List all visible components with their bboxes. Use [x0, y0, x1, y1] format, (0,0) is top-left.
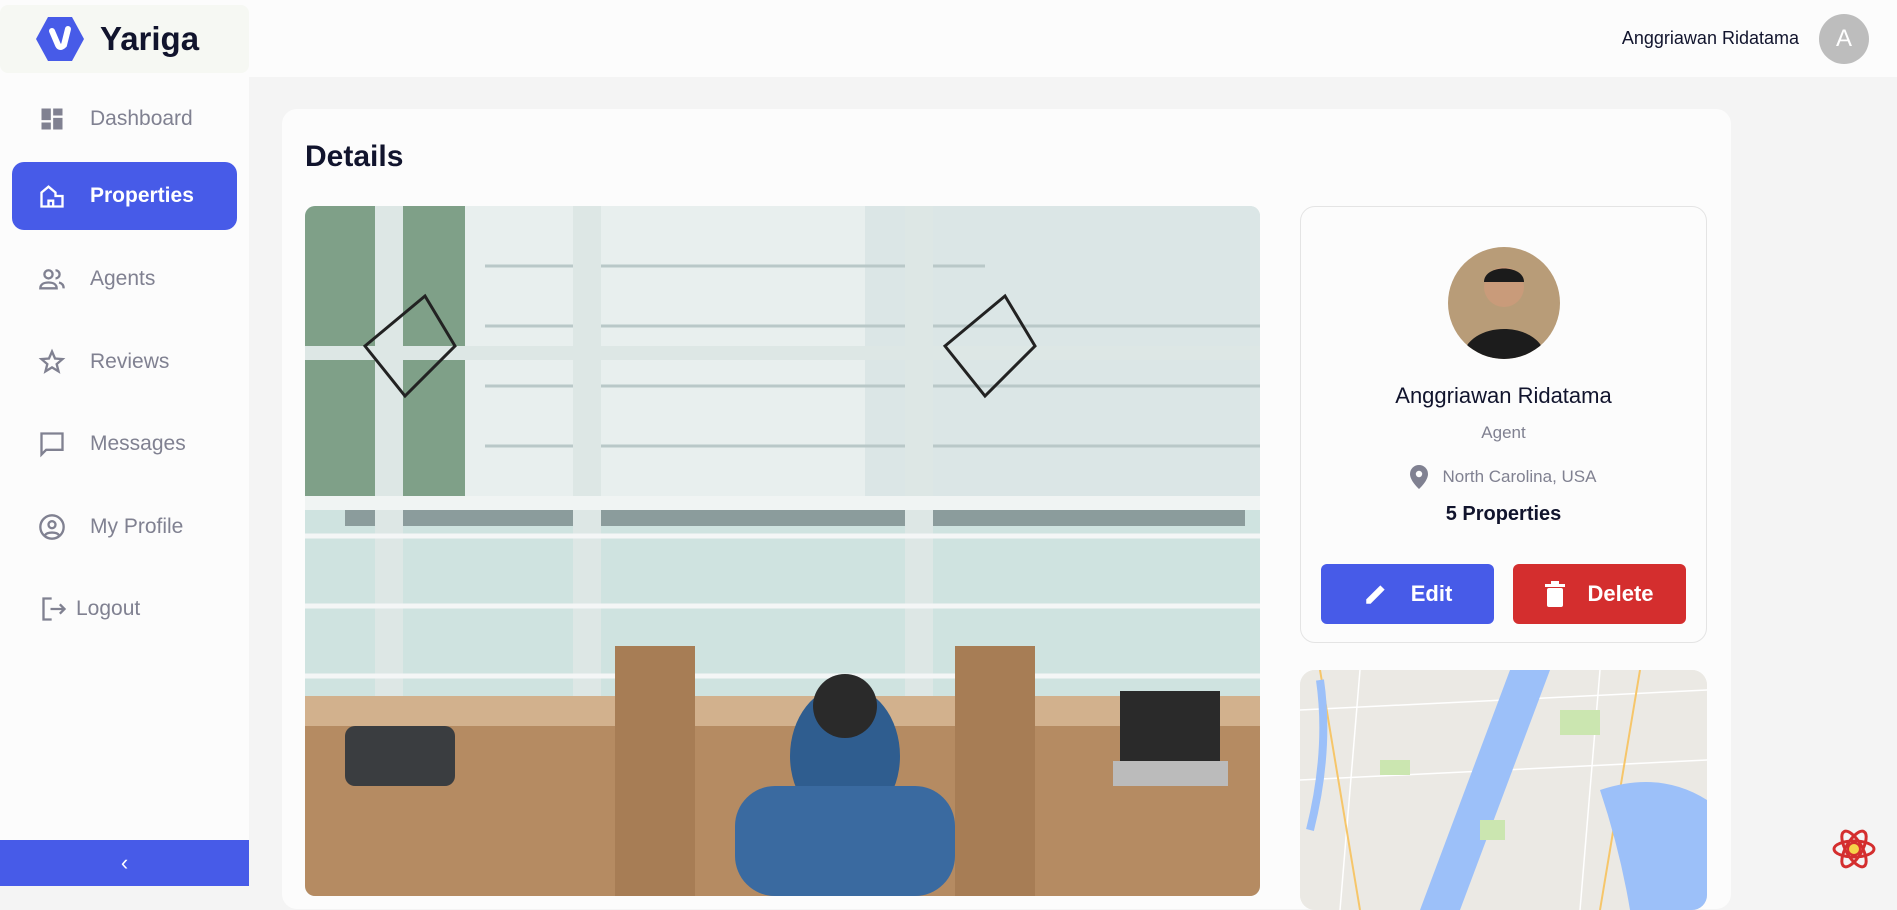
sidebar-item-label: My Profile	[90, 515, 184, 538]
sidebar-item-label: Logout	[76, 597, 141, 620]
agent-role: Agent	[1481, 423, 1526, 442]
dashboard-icon	[41, 108, 63, 130]
avatar[interactable]: A	[1819, 13, 1869, 64]
location-map[interactable]	[1300, 670, 1707, 910]
header: Anggriawan Ridatama A	[249, 0, 1897, 77]
sidebar-item-properties[interactable]: Properties	[12, 162, 237, 230]
property-photo	[305, 206, 1260, 896]
collapse-sidebar-button[interactable]: ‹	[0, 840, 249, 886]
agent-name: Anggriawan Ridatama	[1395, 383, 1612, 408]
page-title: Details	[305, 140, 404, 173]
delete-label: Delete	[1587, 581, 1654, 606]
people-icon	[39, 269, 65, 290]
sidebar-item-label: Messages	[90, 432, 186, 455]
edit-label: Edit	[1410, 581, 1453, 606]
account-circle-icon	[39, 514, 65, 540]
edit-button[interactable]: Edit	[1321, 564, 1494, 624]
yariga-logo-icon	[36, 17, 84, 61]
agent-photo	[1447, 247, 1560, 359]
sidebar-item-my-profile[interactable]: My Profile	[12, 493, 237, 561]
agent-card: Anggriawan Ridatama Agent North Carolina…	[1300, 206, 1707, 643]
logo[interactable]: Yariga	[0, 5, 249, 73]
sidebar-item-reviews[interactable]: Reviews	[12, 328, 237, 396]
brand-name: Yariga	[100, 20, 200, 57]
pencil-icon	[1365, 585, 1385, 604]
agent-properties-count: 5 Properties	[1445, 503, 1562, 525]
sidebar-item-messages[interactable]: Messages	[12, 410, 237, 478]
chat-icon	[40, 432, 64, 458]
sidebar-item-dashboard[interactable]: Dashboard	[12, 85, 237, 153]
header-user-name: Anggriawan Ridatama	[1621, 28, 1799, 48]
chevron-left-icon: ‹	[120, 850, 129, 875]
star-icon	[38, 348, 66, 374]
sidebar-item-label: Reviews	[90, 350, 170, 373]
delete-button[interactable]: Delete	[1513, 564, 1686, 624]
trash-icon	[1545, 581, 1566, 607]
logout-icon	[42, 597, 67, 621]
sidebar-item-logout[interactable]: Logout	[12, 575, 237, 643]
properties-icon	[40, 185, 64, 208]
react-devtools-icon[interactable]	[1832, 827, 1876, 871]
sidebar: Yariga Dashboard Properties Agents Revie…	[0, 0, 249, 886]
sidebar-item-agents[interactable]: Agents	[12, 245, 237, 313]
sidebar-item-label: Agents	[90, 267, 156, 290]
location-pin-icon	[1410, 465, 1429, 489]
agent-location: North Carolina, USA	[1301, 465, 1706, 489]
sidebar-item-label: Properties	[90, 184, 194, 207]
sidebar-item-label: Dashboard	[90, 107, 193, 130]
agent-location-text: North Carolina, USA	[1442, 467, 1597, 486]
